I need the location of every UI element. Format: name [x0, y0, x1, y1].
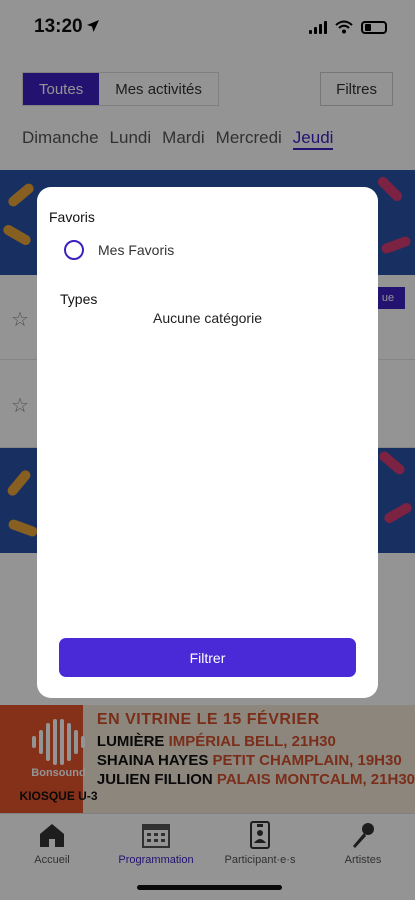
types-section-title: Types [60, 291, 98, 307]
favoris-section-title: Favoris [49, 209, 95, 225]
mes-favoris-radio[interactable] [64, 240, 84, 260]
filter-modal: Favoris Mes Favoris Types Aucune catégor… [37, 187, 378, 698]
mes-favoris-label[interactable]: Mes Favoris [98, 242, 174, 258]
types-empty-message: Aucune catégorie [153, 310, 262, 326]
filtrer-button[interactable]: Filtrer [59, 638, 356, 677]
